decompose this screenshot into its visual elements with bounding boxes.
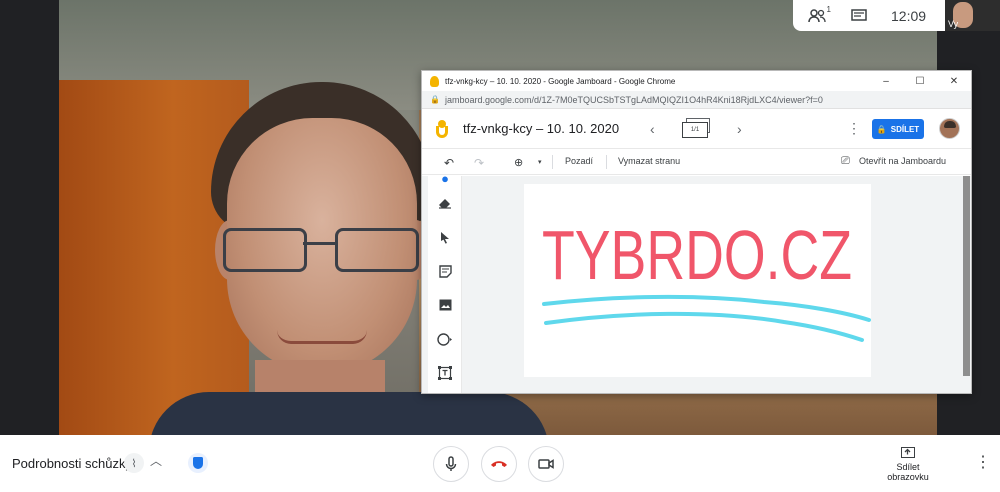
address-bar[interactable]: 🔒 jamboard.google.com/d/1Z-7M0eTQUCSbTST…	[422, 91, 971, 109]
open-in-jamboard-icon: ⎚	[841, 155, 850, 167]
select-icon[interactable]	[437, 229, 453, 245]
clock: 12:09	[891, 7, 927, 24]
jamboard-workspace: ● TYBRDO.CZ	[422, 171, 971, 393]
participant-mouth	[277, 330, 367, 344]
participants-count: 1	[826, 4, 831, 14]
close-button[interactable]: ✕	[937, 71, 971, 91]
jam-title[interactable]: tfz-vnkg-kcy – 10. 10. 2020	[463, 121, 619, 136]
meet-window: 1 12:09 Vy tfz-vnkg-kcy – 10. 10. 2020 -…	[0, 0, 1000, 492]
jamboard-toolbar: ↶ ↷ ⊕ ▾ Pozadí Vymazat stranu ⎚ Otevřít …	[422, 149, 971, 175]
meet-info-bar: 1 12:09	[793, 0, 945, 31]
self-name: Vy	[948, 19, 959, 29]
share-label: SDÍLET	[890, 124, 920, 134]
participant-shirt	[149, 392, 549, 435]
background-button[interactable]: Pozadí	[565, 156, 593, 166]
window-titlebar: tfz-vnkg-kcy – 10. 10. 2020 - Google Jam…	[422, 71, 971, 91]
avatar[interactable]	[939, 118, 960, 139]
previous-frame-button[interactable]: ‹	[650, 121, 655, 137]
canvas-drawing: TYBRDO.CZ	[542, 216, 871, 342]
meet-controls-bar: Podrobnosti schůzky ⌇ ︿ Sdílet obrazovku…	[0, 435, 1000, 492]
url-text: jamboard.google.com/d/1Z-7M0eTQUCSbTSTgL…	[444, 94, 823, 105]
minimize-button[interactable]: –	[869, 71, 903, 91]
lock-icon: 🔒	[430, 95, 440, 104]
jamboard-canvas[interactable]: TYBRDO.CZ	[524, 184, 871, 377]
attachment-icon[interactable]: ⌇	[124, 453, 144, 473]
chevron-up-icon[interactable]: ︿	[150, 452, 162, 469]
glasses-lens	[223, 228, 307, 272]
camera-button[interactable]	[528, 446, 564, 482]
handwritten-text: TYBRDO.CZ	[542, 216, 852, 294]
present-screen-label: Sdílet obrazovku	[887, 462, 929, 482]
lock-icon: 🔒	[876, 124, 887, 134]
people-icon[interactable]: 1	[807, 5, 831, 25]
more-options-icon[interactable]: ⋮	[975, 452, 991, 472]
end-call-icon	[491, 461, 507, 467]
microphone-icon	[445, 456, 457, 471]
redo-icon[interactable]: ↷	[474, 156, 484, 170]
undo-icon[interactable]: ↶	[444, 156, 454, 170]
meeting-details-button[interactable]: Podrobnosti schůzky	[12, 456, 132, 471]
window-title: tfz-vnkg-kcy – 10. 10. 2020 - Google Jam…	[445, 76, 676, 86]
tool-panel: ●	[428, 171, 462, 393]
open-in-jamboard-button[interactable]: Otevřít na Jamboardu	[859, 156, 946, 166]
sticky-note-icon[interactable]	[437, 263, 453, 279]
microphone-button[interactable]	[433, 446, 469, 482]
host-controls-shield-icon[interactable]	[188, 453, 208, 473]
maximize-button[interactable]: ☐	[903, 71, 937, 91]
image-icon[interactable]	[437, 297, 453, 313]
jamboard-header: tfz-vnkg-kcy – 10. 10. 2020 ‹ 1/1 › ⋮ 🔒 …	[422, 109, 971, 149]
more-options-icon[interactable]: ⋮	[847, 120, 861, 137]
circle-icon[interactable]	[437, 331, 453, 347]
glasses-lens	[335, 228, 419, 272]
share-button[interactable]: 🔒 SDÍLET	[872, 119, 924, 139]
present-screen-button[interactable]: Sdílet obrazovku	[878, 447, 938, 482]
text-box-icon[interactable]	[437, 365, 453, 381]
self-view-tile[interactable]: Vy	[945, 0, 1000, 31]
camera-icon	[538, 459, 554, 469]
zoom-dropdown-icon[interactable]: ▾	[538, 158, 542, 166]
vertical-scrollbar[interactable]	[963, 176, 970, 376]
jamboard-favicon-icon	[430, 75, 439, 87]
next-frame-button[interactable]: ›	[737, 121, 742, 137]
zoom-icon[interactable]: ⊕	[514, 156, 523, 169]
present-screen-icon	[901, 447, 915, 458]
end-call-button[interactable]	[481, 446, 517, 482]
clear-frame-button[interactable]: Vymazat stranu	[618, 156, 680, 166]
toolbar-divider	[606, 155, 607, 169]
shared-browser-window: tfz-vnkg-kcy – 10. 10. 2020 - Google Jam…	[421, 70, 972, 394]
frame-bar-button[interactable]: 1/1	[682, 118, 710, 138]
jamboard-logo-icon	[436, 119, 449, 138]
glasses-bridge	[303, 242, 337, 245]
toolbar-divider	[552, 155, 553, 169]
chat-icon[interactable]	[849, 7, 869, 25]
underline-stroke	[544, 311, 864, 342]
frame-counter: 1/1	[682, 122, 708, 138]
eraser-icon[interactable]	[437, 195, 453, 211]
pen-icon[interactable]: ●	[437, 170, 453, 186]
